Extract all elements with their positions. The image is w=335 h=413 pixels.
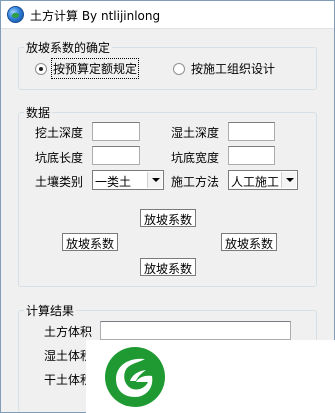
wet-depth-input[interactable] <box>228 122 275 141</box>
radio-budget-quota[interactable]: 按预算定额规定 <box>35 58 140 79</box>
soil-type-label: 土壤类别 <box>35 175 84 189</box>
pit-width-label: 坑底宽度 <box>171 151 220 165</box>
volume-label: 土方体积 <box>44 325 93 339</box>
window-title: 土方计算 By ntlijinlong <box>30 9 161 23</box>
slope-coef-left: 放坡系数 <box>62 233 119 251</box>
radio-label: 按预算定额规定 <box>50 58 140 79</box>
dry-volume-label: 干土体积 <box>44 373 93 387</box>
radio-label: 按施工组织设计 <box>191 62 276 76</box>
globe-icon <box>7 6 24 23</box>
leaf-logo-icon <box>105 347 165 407</box>
construction-value: 人工施工 <box>231 175 280 189</box>
soil-type-select[interactable]: 一类土 <box>92 170 164 190</box>
pit-length-label: 坑底长度 <box>35 151 84 165</box>
dropdown-arrow-icon[interactable] <box>147 172 162 188</box>
logo-overlay <box>86 340 335 413</box>
radio-construction-design[interactable]: 按施工组织设计 <box>173 60 275 77</box>
volume-output[interactable] <box>100 321 291 340</box>
wet-depth-label: 湿土深度 <box>171 126 220 140</box>
slope-coef-bottom: 放坡系数 <box>140 258 197 276</box>
slope-coef-top: 放坡系数 <box>140 209 197 227</box>
wet-volume-label: 湿土体积 <box>44 349 93 363</box>
title-bar[interactable]: 土方计算 By ntlijinlong <box>1 1 334 29</box>
radio-indicator[interactable] <box>173 62 185 75</box>
dropdown-arrow-icon[interactable] <box>281 172 296 188</box>
pit-length-input[interactable] <box>92 146 140 165</box>
data-legend: 数据 <box>24 104 53 121</box>
dig-depth-label: 挖土深度 <box>35 126 84 140</box>
radio-indicator[interactable] <box>35 62 47 75</box>
slope-coef-right: 放坡系数 <box>221 233 278 251</box>
soil-type-value: 一类土 <box>95 175 132 189</box>
app-window: 土方计算 By ntlijinlong 放坡系数的确定 按预算定额规定 按施工组… <box>0 0 335 413</box>
result-legend: 计算结果 <box>24 302 77 319</box>
construction-label: 施工方法 <box>171 175 220 189</box>
dig-depth-input[interactable] <box>92 122 140 141</box>
slope-method-legend: 放坡系数的确定 <box>24 39 113 56</box>
construction-select[interactable]: 人工施工 <box>228 170 298 190</box>
pit-width-input[interactable] <box>228 146 275 165</box>
